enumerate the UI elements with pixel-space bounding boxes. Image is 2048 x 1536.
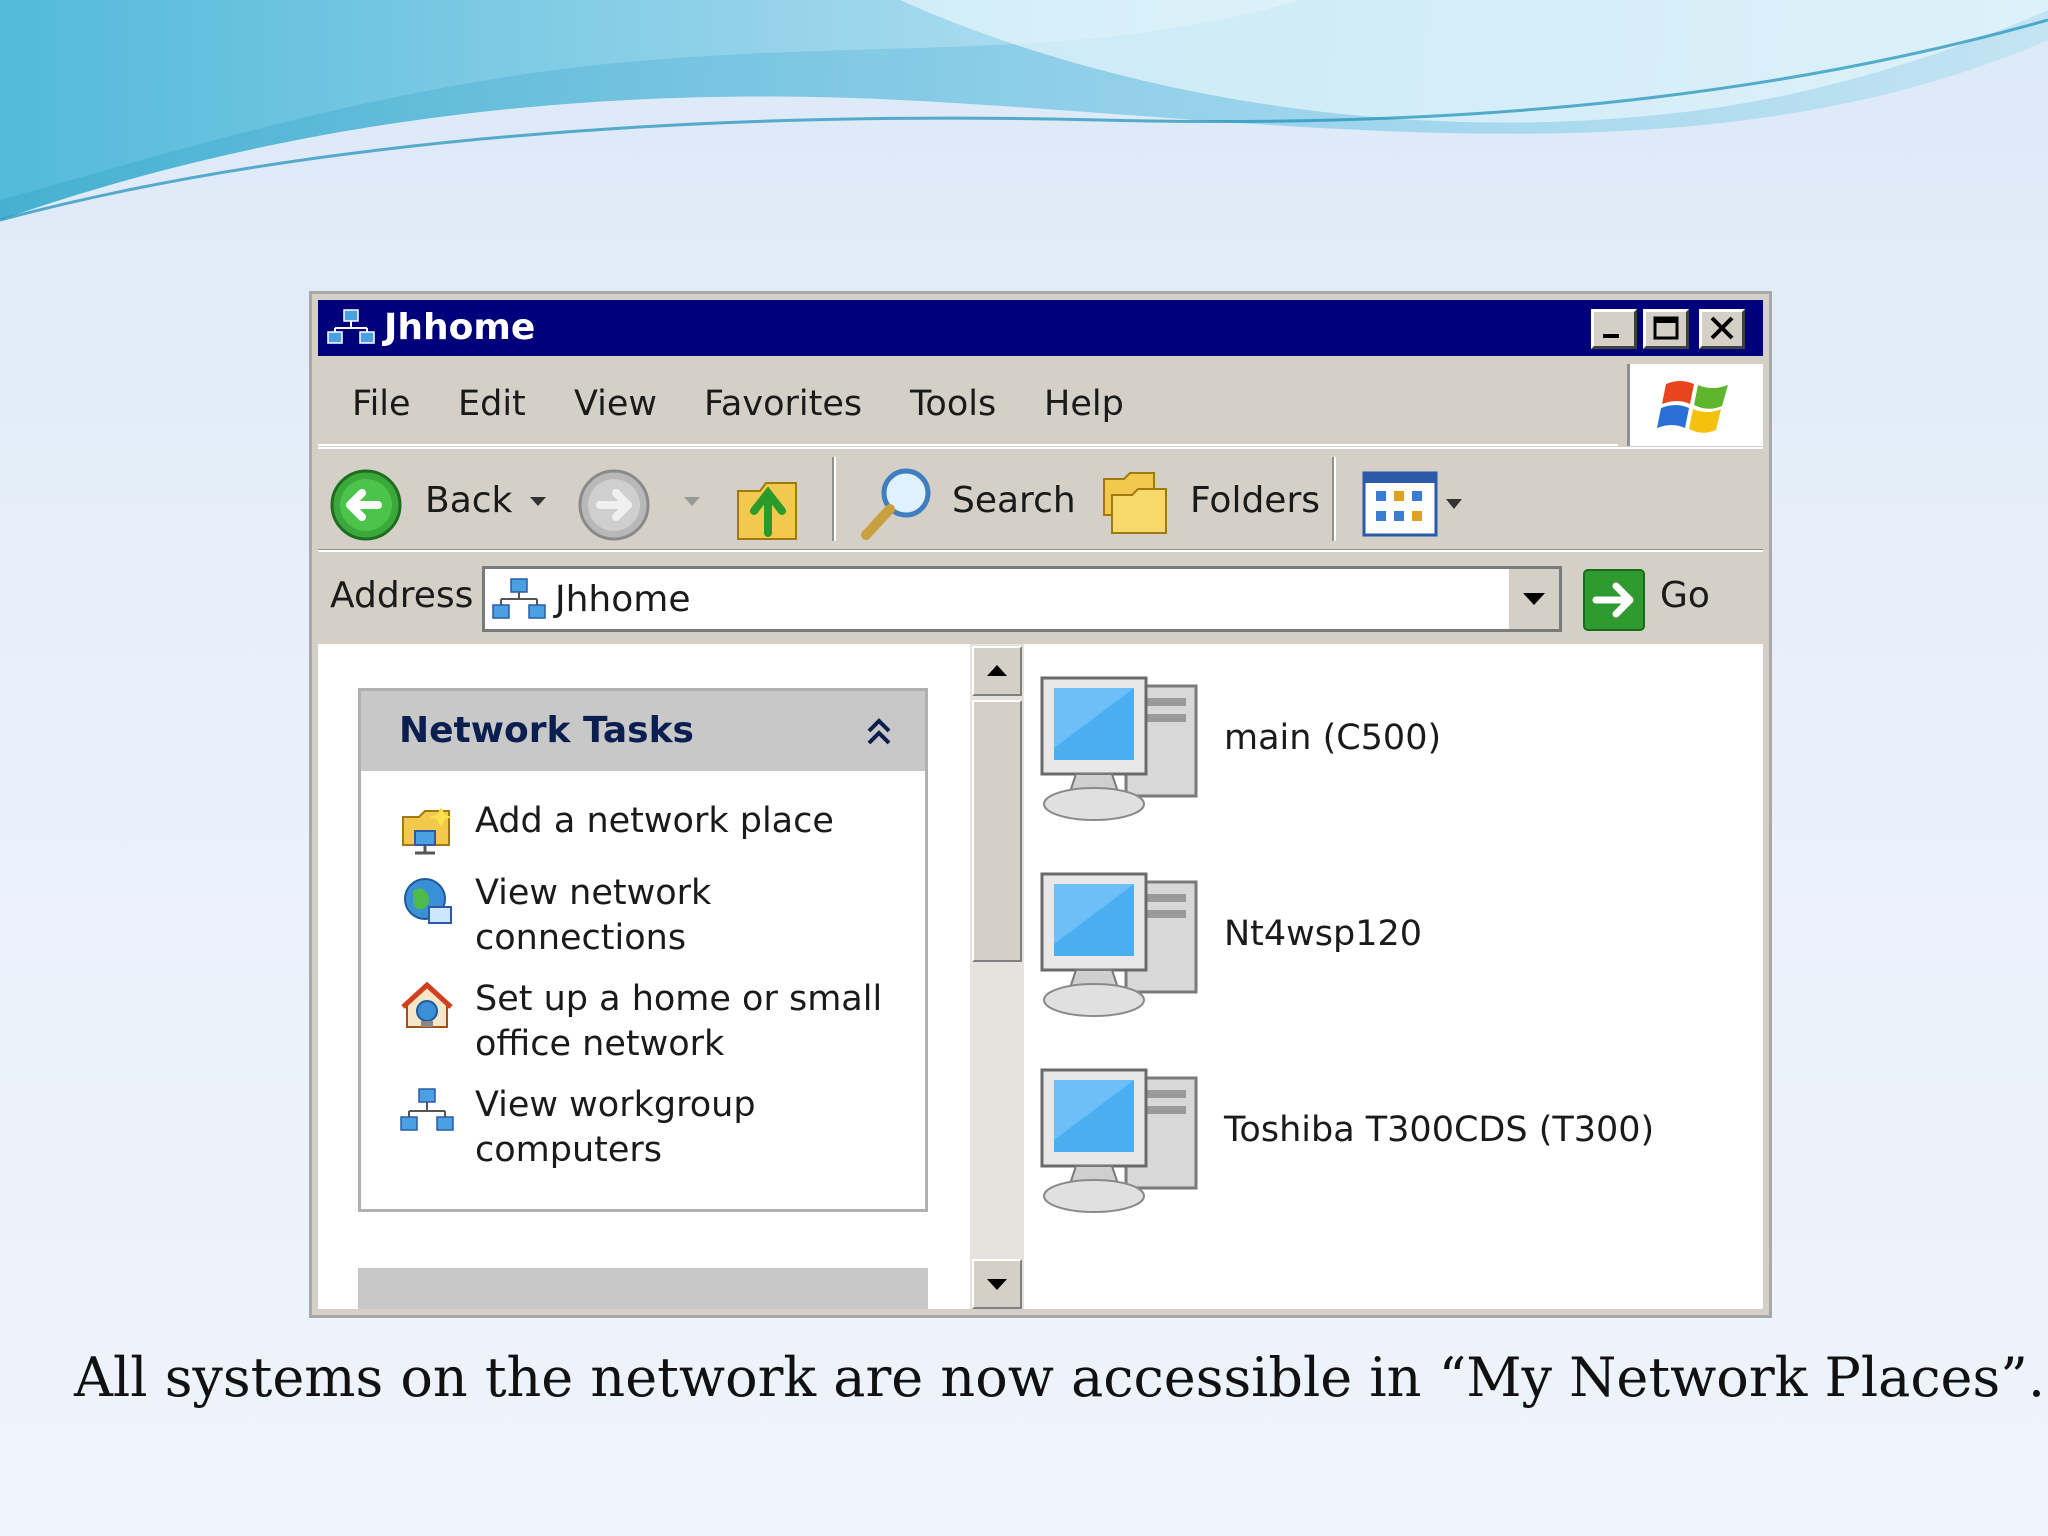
minimize-button[interactable] [1591, 309, 1637, 349]
back-arrow-icon[interactable] [328, 467, 406, 545]
toolbar-separator [1332, 457, 1336, 541]
add-network-place-icon [402, 807, 453, 855]
close-icon [1710, 316, 1734, 340]
chevron-down-icon [1523, 593, 1545, 605]
task-label: Add a network place [475, 801, 834, 841]
chevron-down-icon [987, 1279, 1007, 1290]
explorer-window: Jhhome File Edit View Favorites Tools He… [309, 291, 1772, 1318]
other-places-header[interactable] [358, 1268, 928, 1309]
scroll-down-button[interactable] [972, 1259, 1022, 1309]
content-area: Network Tasks Add a network place View n… [318, 644, 1763, 1309]
computer-item[interactable]: Toshiba T300CDS (T300) [1036, 1060, 1736, 1230]
address-value: Jhhome [555, 579, 691, 620]
go-arrow-icon[interactable] [1582, 568, 1646, 632]
go-button[interactable]: Go [1660, 576, 1710, 616]
network-icon [327, 309, 375, 344]
window-title: Jhhome [384, 307, 536, 348]
vertical-scrollbar[interactable] [970, 644, 1024, 1309]
task-label: View network connections [475, 873, 712, 958]
address-field[interactable]: Jhhome [482, 566, 1562, 632]
windows-logo-area [1627, 364, 1763, 446]
search-icon[interactable] [858, 463, 938, 543]
menu-file[interactable]: File [352, 384, 411, 424]
computer-name: Nt4wsp120 [1224, 914, 1423, 954]
menu-bar: File Edit View Favorites Tools Help [318, 362, 1618, 446]
menu-favorites[interactable]: Favorites [704, 384, 862, 424]
toolbar-separator [832, 457, 836, 541]
task-view-network-connections[interactable]: View network connections [399, 873, 909, 963]
address-bar: Address Jhhome Go [318, 550, 1763, 642]
views-icon[interactable] [1362, 471, 1472, 537]
task-setup-home-network[interactable]: Set up a home or small office network [399, 979, 909, 1069]
scrollbar-thumb[interactable] [972, 700, 1022, 962]
network-connections-icon [404, 878, 452, 924]
workgroup-icon [400, 1088, 454, 1131]
computer-item[interactable]: main (C500) [1036, 668, 1736, 838]
chevron-up-icon [987, 665, 1007, 676]
address-dropdown-button[interactable] [1507, 569, 1559, 629]
windows-logo-icon [1657, 381, 1728, 433]
close-button[interactable] [1699, 309, 1745, 349]
computer-icon [1040, 676, 1198, 821]
task-view-workgroup[interactable]: View workgroup computers [399, 1085, 909, 1175]
maximize-icon [1653, 316, 1679, 340]
task-add-network-place[interactable]: Add a network place [399, 801, 909, 861]
search-button[interactable]: Search [952, 481, 1076, 521]
computer-name: Toshiba T300CDS (T300) [1224, 1110, 1655, 1150]
menu-view[interactable]: View [574, 384, 657, 424]
title-bar[interactable]: Jhhome [318, 300, 1763, 356]
menu-tools[interactable]: Tools [910, 384, 996, 424]
computer-name: main (C500) [1224, 718, 1442, 758]
computer-icon [1040, 872, 1198, 1017]
computer-icon [1040, 1068, 1198, 1213]
standard-toolbar: Back Search Folders [318, 447, 1763, 551]
forward-dropdown-icon [684, 497, 700, 506]
scroll-up-button[interactable] [972, 646, 1022, 696]
computer-item[interactable]: Nt4wsp120 [1036, 864, 1736, 1034]
back-button[interactable]: Back [425, 481, 512, 521]
network-tasks-title: Network Tasks [399, 710, 694, 751]
task-label: View workgroup computers [475, 1085, 756, 1170]
network-tasks-panel: Network Tasks Add a network place View n… [358, 688, 928, 1212]
home-network-icon [401, 981, 453, 1028]
folders-icon[interactable] [1098, 463, 1174, 539]
minimize-icon [1603, 334, 1619, 338]
maximize-button[interactable] [1643, 309, 1689, 349]
back-dropdown-icon[interactable] [528, 495, 548, 509]
task-label: Set up a home or small office network [475, 979, 883, 1064]
menu-help[interactable]: Help [1044, 384, 1124, 424]
address-label: Address [330, 575, 474, 616]
network-icon [492, 578, 546, 619]
collapse-icon[interactable] [861, 713, 897, 749]
slide-caption: All systems on the network are now acces… [74, 1346, 2045, 1409]
network-tasks-header[interactable]: Network Tasks [361, 691, 925, 771]
forward-arrow-icon[interactable] [576, 467, 654, 545]
menu-edit[interactable]: Edit [458, 384, 526, 424]
folders-button[interactable]: Folders [1190, 481, 1320, 521]
up-folder-icon[interactable] [732, 463, 802, 545]
